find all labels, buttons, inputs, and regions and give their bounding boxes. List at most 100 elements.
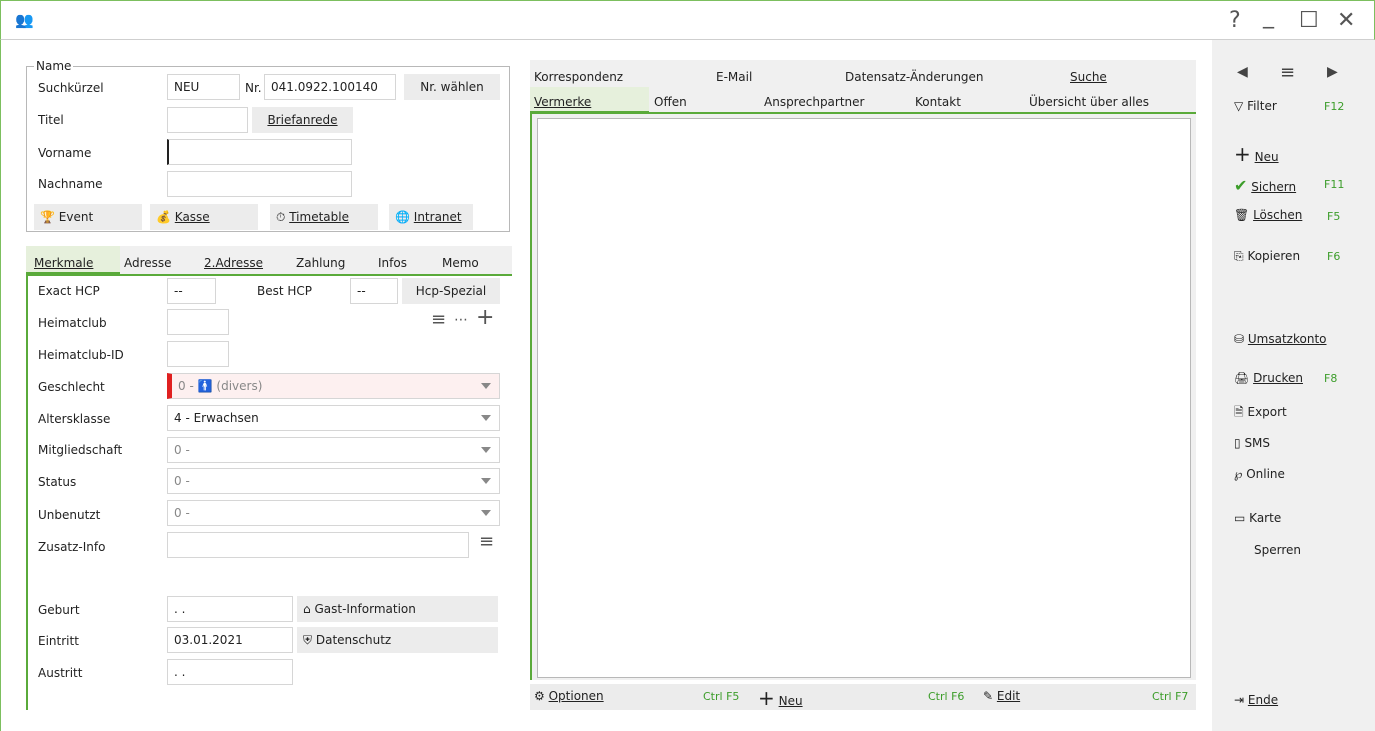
sichern-button[interactable]: ✔ Sichern bbox=[1234, 176, 1296, 195]
nachname-input[interactable] bbox=[167, 171, 352, 197]
unbenutzt-select[interactable]: 0 - bbox=[167, 500, 500, 526]
export-button[interactable]: 🗎 Export bbox=[1234, 403, 1287, 424]
tab-suche[interactable]: Suche bbox=[1070, 70, 1107, 84]
nr-label: Nr. bbox=[245, 81, 262, 95]
tab-uebersicht[interactable]: Übersicht über alles bbox=[1029, 95, 1149, 109]
exact-hcp-input[interactable]: -- bbox=[167, 278, 216, 304]
loeschen-button[interactable]: 🗑 Löschen bbox=[1234, 208, 1302, 222]
tab-memo[interactable]: Memo bbox=[442, 256, 479, 270]
heimatclub-id-label: Heimatclub-ID bbox=[38, 348, 124, 362]
edit-shortcut: Ctrl F7 bbox=[1152, 690, 1189, 703]
next-arrow-icon[interactable]: ▶ bbox=[1327, 64, 1338, 80]
online-button[interactable]: ℘ Online bbox=[1234, 467, 1285, 481]
tab-vermerke-label: Vermerke bbox=[534, 95, 592, 109]
maximize-button[interactable]: ☐ bbox=[1299, 7, 1319, 35]
ende-button[interactable]: ⇥ Ende bbox=[1234, 693, 1278, 707]
hcp-spezial-button[interactable]: Hcp-Spezial bbox=[402, 278, 500, 304]
geburt-input[interactable]: . . bbox=[167, 596, 293, 622]
minimize-button[interactable]: _ bbox=[1263, 3, 1274, 31]
sms-button[interactable]: ▯ SMS bbox=[1234, 436, 1270, 450]
plus-icon: + bbox=[1234, 142, 1251, 166]
tab-korrespondenz[interactable]: Korrespondenz bbox=[534, 70, 623, 84]
close-button[interactable]: ✕ bbox=[1337, 7, 1355, 35]
plus-icon: + bbox=[758, 686, 775, 710]
tab-infos[interactable]: Infos bbox=[378, 256, 407, 270]
heimatclub-label: Heimatclub bbox=[38, 316, 107, 330]
sperren-button[interactable]: Sperren bbox=[1254, 543, 1301, 557]
filter-button[interactable]: ▽ Filter bbox=[1234, 99, 1277, 113]
nr-input[interactable]: 041.0922.100140 bbox=[264, 74, 396, 100]
optionen-label: Optionen bbox=[548, 689, 604, 703]
tab-email[interactable]: E-Mail bbox=[716, 70, 752, 84]
chevron-down-icon bbox=[481, 415, 491, 421]
datenschutz-button[interactable]: ⛨ Datenschutz bbox=[297, 627, 498, 653]
more-icon[interactable]: ⋯ bbox=[454, 312, 468, 328]
karte-button[interactable]: ▭ Karte bbox=[1234, 511, 1281, 525]
filter-shortcut: F12 bbox=[1324, 100, 1345, 113]
vermerke-content[interactable] bbox=[537, 118, 1191, 678]
word-document-icon: 🗎 bbox=[1234, 405, 1244, 419]
drucken-button[interactable]: 🖨 Drucken bbox=[1234, 371, 1303, 385]
geschlecht-value: 0 - bbox=[178, 379, 194, 393]
kasse-button[interactable]: 💰 Kasse bbox=[150, 204, 258, 230]
menu-icon[interactable]: ≡ bbox=[1280, 62, 1295, 83]
neu-button[interactable]: + Neu bbox=[1234, 142, 1279, 166]
tab-2-adresse[interactable]: 2.Adresse bbox=[204, 256, 263, 270]
gast-information-button[interactable]: ⌂ Gast-Information bbox=[297, 596, 498, 622]
plus-icon[interactable]: + bbox=[476, 306, 494, 330]
neu-entry-button[interactable]: + Neu bbox=[758, 686, 803, 710]
tab-zahlung[interactable]: Zahlung bbox=[296, 256, 345, 270]
heimatclub-id-input[interactable] bbox=[167, 341, 229, 367]
neu-label: Neu bbox=[1254, 150, 1279, 164]
optionen-button[interactable]: ⚙ Optionen bbox=[534, 689, 604, 703]
status-select[interactable]: 0 - bbox=[167, 468, 500, 494]
austritt-input[interactable]: . . bbox=[167, 659, 293, 685]
list-icon[interactable]: ≡ bbox=[479, 531, 494, 552]
tab-ansprechpartner[interactable]: Ansprechpartner bbox=[764, 95, 864, 109]
list-icon[interactable]: ≡ bbox=[431, 309, 446, 330]
umsatzkonto-button[interactable]: ⛁ Umsatzkonto bbox=[1234, 332, 1327, 346]
chevron-down-icon bbox=[481, 383, 491, 389]
vorname-label: Vorname bbox=[38, 146, 92, 160]
event-label: Event bbox=[58, 210, 94, 224]
tab-kontakt[interactable]: Kontakt bbox=[915, 95, 961, 109]
altersklasse-value: 4 - Erwachsen bbox=[174, 411, 259, 425]
prev-arrow-icon[interactable]: ◀ bbox=[1237, 64, 1248, 80]
titel-input[interactable] bbox=[167, 107, 248, 133]
help-button[interactable]: ? bbox=[1229, 7, 1241, 35]
eintritt-input[interactable]: 03.01.2021 bbox=[167, 627, 293, 653]
edit-button[interactable]: ✎ Edit bbox=[983, 689, 1020, 703]
nr-waehlen-button[interactable]: Nr. wählen bbox=[404, 74, 500, 100]
heimatclub-input[interactable] bbox=[167, 309, 229, 335]
pencil-icon: ✎ bbox=[983, 689, 994, 703]
guest-house-icon: ⌂ bbox=[303, 602, 311, 616]
filter-label: Filter bbox=[1247, 99, 1277, 113]
intranet-button[interactable]: 🌐 Intranet bbox=[389, 204, 473, 230]
vorname-input[interactable] bbox=[167, 139, 352, 165]
altersklasse-select[interactable]: 4 - Erwachsen bbox=[167, 405, 500, 431]
best-hcp-label: Best HCP bbox=[257, 284, 313, 298]
timetable-button[interactable]: ⏱ Timetable bbox=[270, 204, 378, 230]
zusatz-info-input[interactable] bbox=[167, 532, 469, 558]
tab-adresse[interactable]: Adresse bbox=[124, 256, 172, 270]
kopieren-label: Kopieren bbox=[1247, 249, 1301, 263]
tab-vermerke[interactable]: Vermerke bbox=[530, 87, 649, 113]
tab-merkmale[interactable]: Merkmale bbox=[26, 246, 120, 274]
export-label: Export bbox=[1247, 405, 1287, 419]
online-icon: ℘ bbox=[1234, 467, 1243, 481]
suchkuerzel-input[interactable]: NEU bbox=[167, 74, 240, 100]
trophy-icon: 🏆 bbox=[40, 210, 55, 224]
geschlecht-select[interactable]: 0 - 🚹 (divers) bbox=[167, 373, 500, 399]
mitgliedschaft-label: Mitgliedschaft bbox=[38, 443, 123, 457]
mitgliedschaft-select[interactable]: 0 - bbox=[167, 437, 500, 463]
briefanrede-button[interactable]: Briefanrede bbox=[252, 107, 353, 133]
shield-icon: ⛨ bbox=[303, 633, 313, 647]
title-bar: 👥 ? _ ☐ ✕ bbox=[0, 0, 1375, 40]
tab-datensatz-aenderungen[interactable]: Datensatz-Änderungen bbox=[845, 70, 984, 84]
event-button[interactable]: 🏆 Event bbox=[34, 204, 142, 230]
best-hcp-input[interactable]: -- bbox=[350, 278, 398, 304]
tab-offen[interactable]: Offen bbox=[654, 95, 687, 109]
kopieren-button[interactable]: ⎘ Kopieren bbox=[1234, 249, 1300, 264]
checkmark-icon: ✔ bbox=[1234, 176, 1248, 195]
window-frame bbox=[0, 40, 8, 731]
